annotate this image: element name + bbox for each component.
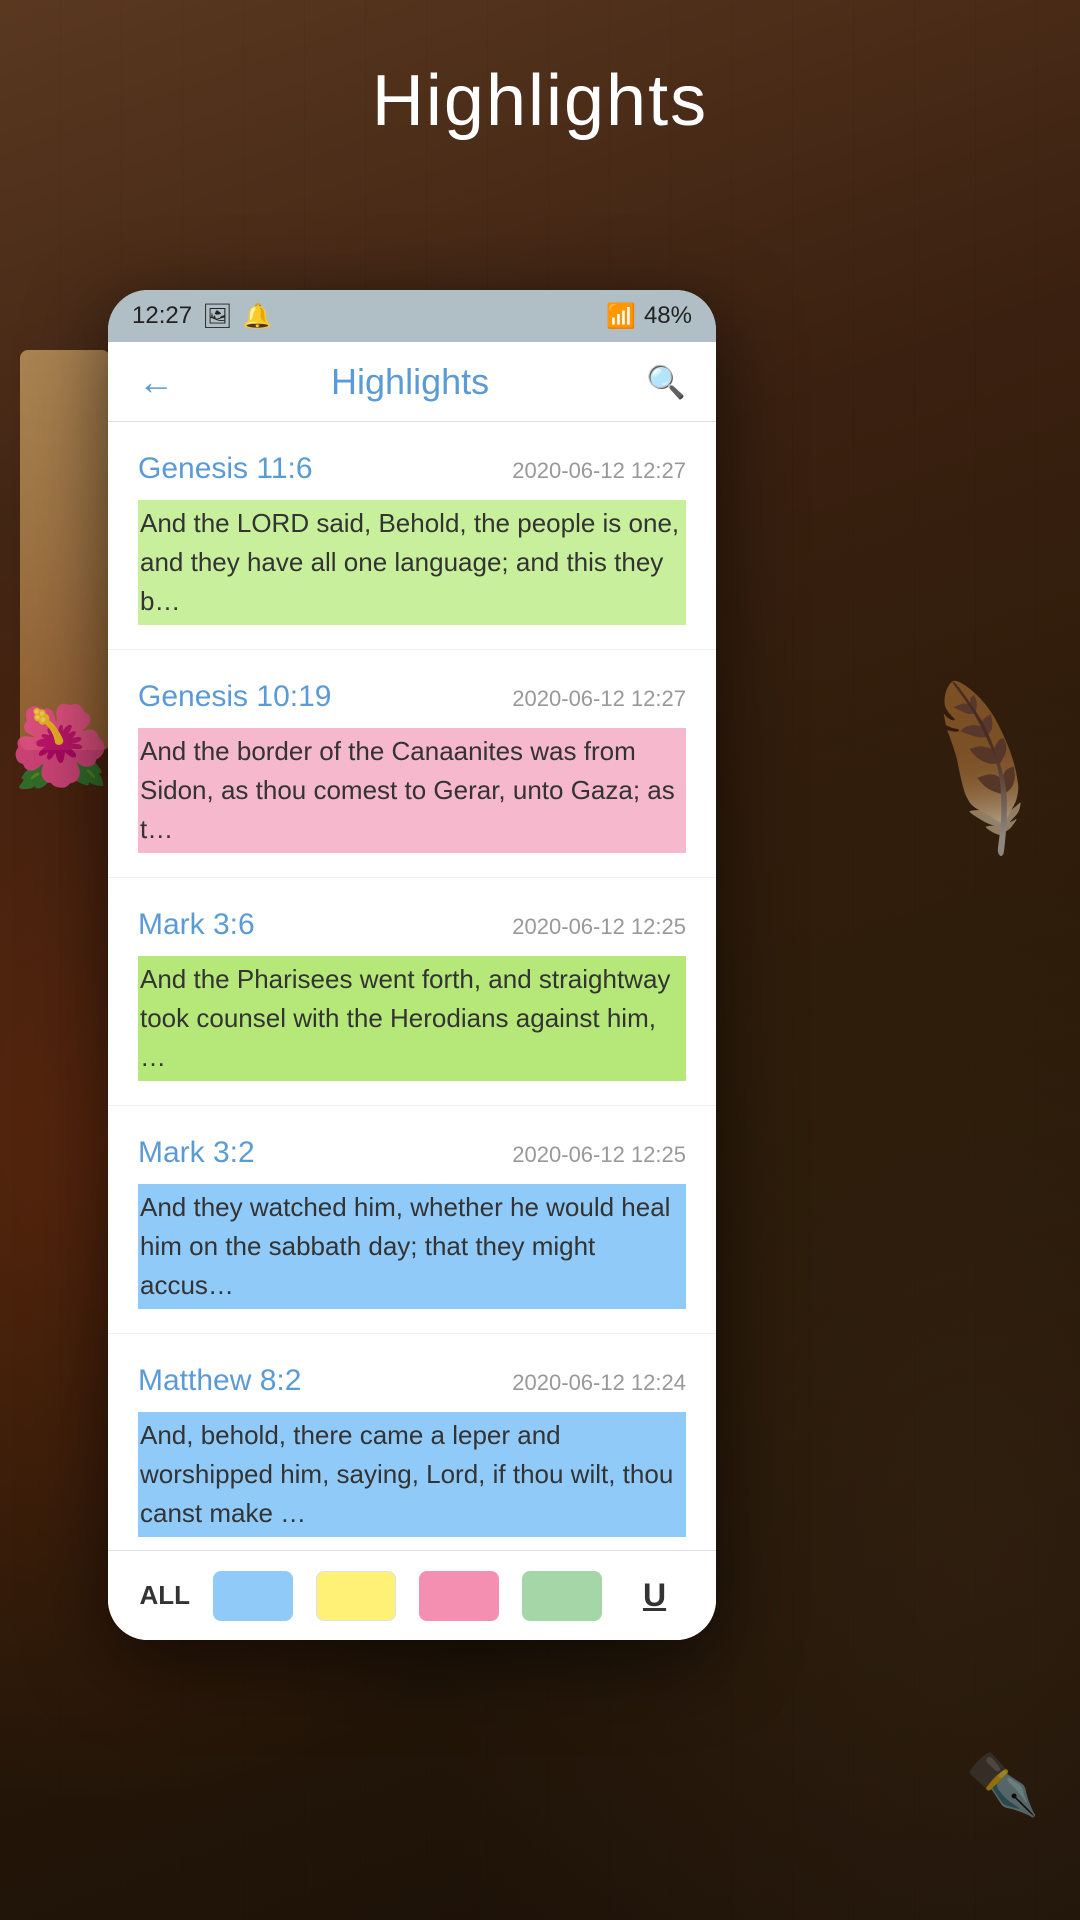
item-header: Mark 3:2 2020-06-12 12:25 bbox=[138, 1136, 686, 1170]
item-header: Mark 3:6 2020-06-12 12:25 bbox=[138, 908, 686, 942]
feather-decoration bbox=[970, 700, 1050, 1300]
page-title: Highlights bbox=[0, 60, 1080, 142]
list-item[interactable]: Mark 3:6 2020-06-12 12:25 And the Pharis… bbox=[108, 878, 716, 1106]
highlights-list: Genesis 11:6 2020-06-12 12:27 And the LO… bbox=[108, 422, 716, 1550]
search-button[interactable]: 🔍 bbox=[646, 363, 686, 401]
blue-color-filter[interactable] bbox=[213, 1571, 293, 1621]
item-header: Genesis 10:19 2020-06-12 12:27 bbox=[138, 680, 686, 714]
item-header: Genesis 11:6 2020-06-12 12:27 bbox=[138, 452, 686, 486]
verse-reference: Genesis 11:6 bbox=[138, 452, 313, 486]
highlighted-text: And the border of the Canaanites was fro… bbox=[138, 728, 686, 853]
list-item[interactable]: Genesis 11:6 2020-06-12 12:27 And the LO… bbox=[108, 422, 716, 650]
app-header: ← Highlights 🔍 bbox=[108, 342, 716, 422]
list-item[interactable]: Matthew 8:2 2020-06-12 12:24 And, behold… bbox=[108, 1334, 716, 1550]
highlighted-text: And they watched him, whether he would h… bbox=[138, 1184, 686, 1309]
phone-frame: 12:27 🖼 🔔 📶 48% ← Highlights 🔍 Genesis 1… bbox=[108, 290, 716, 1640]
verse-reference: Genesis 10:19 bbox=[138, 680, 331, 714]
item-header: Matthew 8:2 2020-06-12 12:24 bbox=[138, 1364, 686, 1398]
ink-decoration: ✒️ bbox=[965, 1749, 1040, 1820]
green-color-filter[interactable] bbox=[522, 1571, 602, 1621]
flower-decoration: 🌺 bbox=[10, 700, 110, 794]
verse-reference: Mark 3:2 bbox=[138, 1136, 255, 1170]
bottom-filter-bar: ALL U bbox=[108, 1550, 716, 1640]
item-date: 2020-06-12 12:24 bbox=[512, 1370, 686, 1396]
all-filter-button[interactable]: ALL bbox=[139, 1580, 190, 1611]
highlighted-text: And the LORD said, Behold, the people is… bbox=[138, 500, 686, 625]
highlighted-text: And, behold, there came a leper and wors… bbox=[138, 1412, 686, 1537]
status-bar: 12:27 🖼 🔔 📶 48% bbox=[108, 290, 716, 342]
highlighted-text: And the Pharisees went forth, and straig… bbox=[138, 956, 686, 1081]
status-left: 12:27 🖼 🔔 bbox=[132, 302, 272, 331]
item-date: 2020-06-12 12:25 bbox=[512, 914, 686, 940]
list-item[interactable]: Mark 3:2 2020-06-12 12:25 And they watch… bbox=[108, 1106, 716, 1334]
battery-display: 48% bbox=[644, 302, 692, 330]
item-date: 2020-06-12 12:27 bbox=[512, 686, 686, 712]
photo-icon: 🖼 bbox=[202, 302, 232, 331]
status-right: 📶 48% bbox=[606, 302, 692, 331]
yellow-color-filter[interactable] bbox=[316, 1571, 396, 1621]
verse-reference: Matthew 8:2 bbox=[138, 1364, 301, 1398]
verse-reference: Mark 3:6 bbox=[138, 908, 255, 942]
bluetooth-icon: 🔔 bbox=[243, 302, 273, 331]
back-button[interactable]: ← bbox=[138, 361, 174, 403]
list-item[interactable]: Genesis 10:19 2020-06-12 12:27 And the b… bbox=[108, 650, 716, 878]
scroll-decoration bbox=[20, 350, 110, 750]
item-date: 2020-06-12 12:25 bbox=[512, 1142, 686, 1168]
item-date: 2020-06-12 12:27 bbox=[512, 458, 686, 484]
time-display: 12:27 bbox=[132, 302, 192, 330]
signal-icon: 📶 bbox=[606, 302, 636, 331]
pink-color-filter[interactable] bbox=[419, 1571, 499, 1621]
header-title: Highlights bbox=[331, 361, 489, 403]
underline-filter-button[interactable]: U bbox=[625, 1571, 685, 1621]
